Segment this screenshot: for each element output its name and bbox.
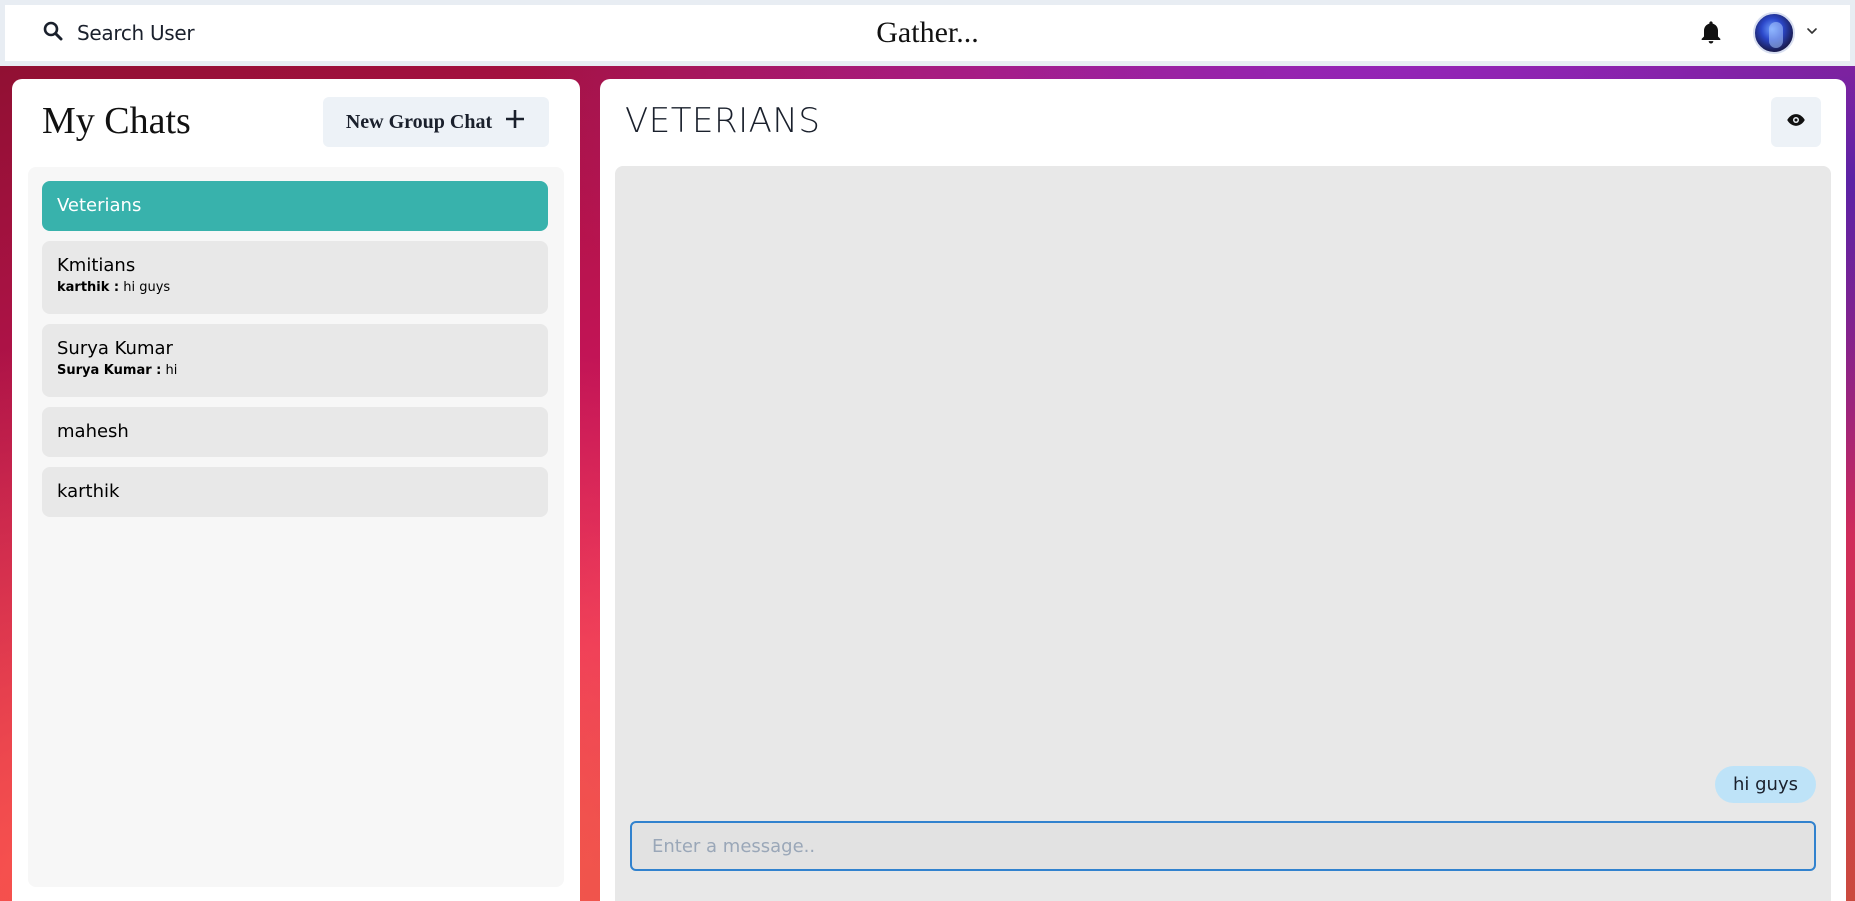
new-group-chat-button[interactable]: New Group Chat xyxy=(323,97,549,147)
avatar xyxy=(1753,12,1795,54)
my-chats-panel: My Chats New Group Chat Veterians Kmitia… xyxy=(12,79,580,901)
message-input[interactable] xyxy=(630,821,1816,871)
chat-panel: VETERIANS hi guys xyxy=(600,79,1846,901)
chat-item-mahesh[interactable]: mahesh xyxy=(42,407,548,457)
message-bubble: hi guys xyxy=(1715,766,1816,803)
chat-item-name: Veterians xyxy=(57,195,142,216)
messages-area: hi guys xyxy=(615,166,1831,901)
chat-item-preview: karthik : hi guys xyxy=(57,278,533,298)
search-user-button[interactable]: Search User xyxy=(33,14,204,52)
top-bar: Search User Gather... xyxy=(0,0,1855,66)
bell-icon[interactable] xyxy=(1697,19,1725,47)
chat-item-name: Kmitians xyxy=(57,255,136,276)
chat-item-name: karthik xyxy=(57,481,120,502)
chat-title: VETERIANS xyxy=(625,101,821,141)
my-chats-title: My Chats xyxy=(42,100,191,142)
app-title: Gather... xyxy=(876,16,979,49)
plus-icon xyxy=(504,108,526,136)
chat-item-kmitians[interactable]: Kmitians karthik : hi guys xyxy=(42,241,548,314)
chat-item-surya-kumar[interactable]: Surya Kumar Surya Kumar : hi xyxy=(42,324,548,397)
profile-menu-button[interactable] xyxy=(1753,11,1825,55)
new-group-chat-label: New Group Chat xyxy=(345,110,493,133)
chat-list: Veterians Kmitians karthik : hi guys Sur… xyxy=(28,167,564,887)
eye-icon xyxy=(1786,110,1806,135)
chat-preview-sender: Surya Kumar : xyxy=(57,363,162,378)
chat-preview-text: hi xyxy=(161,363,178,378)
chat-item-name: Surya Kumar xyxy=(57,338,173,359)
view-details-button[interactable] xyxy=(1771,97,1821,147)
chat-item-preview: Surya Kumar : hi xyxy=(57,361,533,381)
chat-item-name: mahesh xyxy=(57,421,129,442)
chat-preview-sender: karthik : xyxy=(57,280,120,295)
chat-item-karthik[interactable]: karthik xyxy=(42,467,548,517)
search-icon xyxy=(43,21,63,46)
chevron-down-icon xyxy=(1805,24,1819,43)
search-user-label: Search User xyxy=(77,21,195,45)
chat-item-veterians[interactable]: Veterians xyxy=(42,181,548,231)
chat-preview-text: hi guys xyxy=(119,280,171,295)
